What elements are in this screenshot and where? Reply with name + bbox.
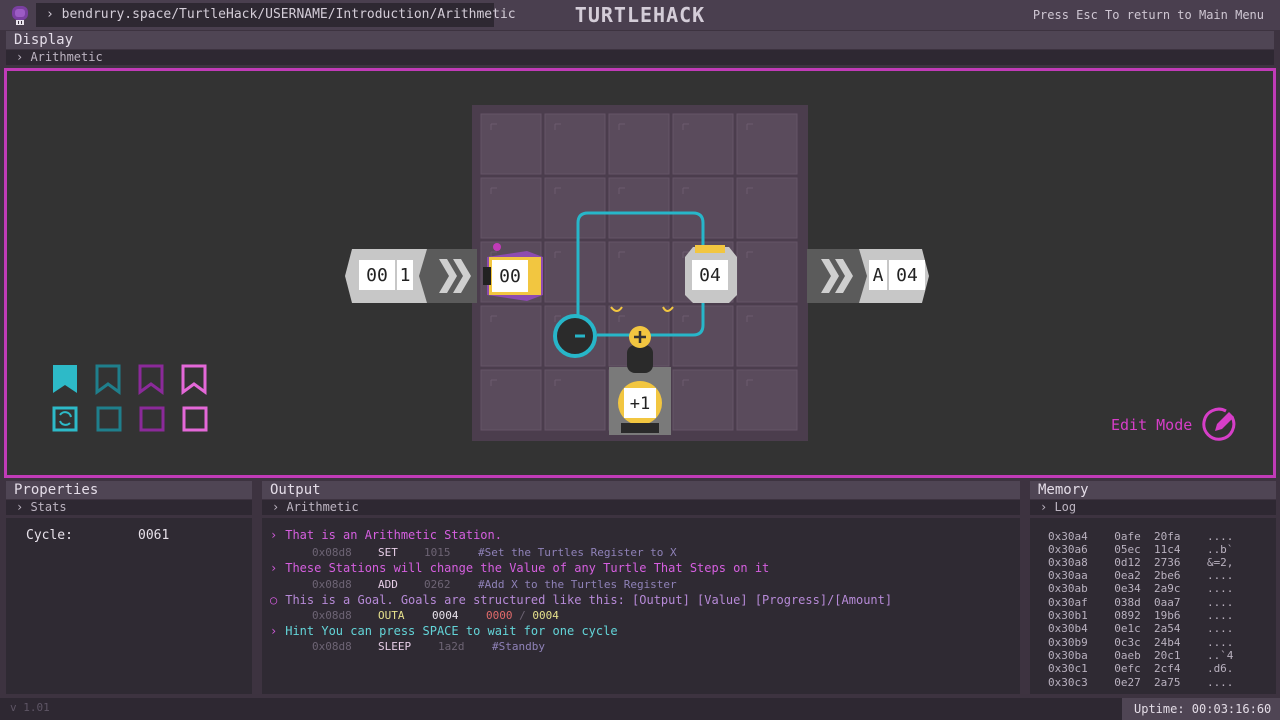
board-tile[interactable] xyxy=(544,369,606,431)
board-tile[interactable] xyxy=(480,113,542,175)
goal-value: 04 xyxy=(699,265,721,286)
board-tile[interactable] xyxy=(608,177,670,239)
board-tile[interactable] xyxy=(544,241,606,303)
board-tile[interactable] xyxy=(608,113,670,175)
top-bar: › bendrury.space/TurtleHack/USERNAME/Int… xyxy=(0,0,1280,30)
board-tile[interactable] xyxy=(736,177,798,239)
memory-panel-subtitle: › Log xyxy=(1030,500,1276,515)
output-message: › Hint You can press SPACE to wait for on… xyxy=(270,624,618,638)
app-title: TURTLEHACK xyxy=(574,3,706,27)
memory-row: 0x30a4 0afe 20fa .... xyxy=(1048,530,1234,543)
properties-panel-subtitle: › Stats xyxy=(6,500,252,515)
output-panel-subtitle: › Arithmetic xyxy=(262,500,1020,515)
board-tile[interactable] xyxy=(544,177,606,239)
output-station[interactable]: A 04 xyxy=(807,249,929,303)
output-instruction: 0x08d8 SET 1015 #Set the Turtles Register t… xyxy=(312,546,677,559)
output-station-label: A xyxy=(873,265,884,286)
memory-panel-title: Memory xyxy=(1030,481,1276,499)
turtle-marker-icon xyxy=(493,243,501,251)
board-tile[interactable] xyxy=(480,369,542,431)
board-tile[interactable] xyxy=(736,241,798,303)
pencil-icon[interactable] xyxy=(1202,407,1238,443)
memory-row: 0x30a6 05ec 11c4 ..b` xyxy=(1048,543,1234,556)
board-tile[interactable] xyxy=(480,305,542,367)
bookmark-legend[interactable] xyxy=(51,363,221,433)
display-panel-title: Display xyxy=(6,31,1274,49)
board-tile[interactable] xyxy=(736,113,798,175)
memory-row: 0x30c3 0e27 2a75 .... xyxy=(1048,676,1234,689)
memory-row: 0x30a8 0d12 2736 &=2, xyxy=(1048,556,1234,569)
output-instruction: 0x08d8 OUTA 0004 0000 / 0004 xyxy=(312,609,559,622)
output-instruction: 0x08d8 SLEEP 1a2d #Standby xyxy=(312,640,545,653)
display-panel-subtitle: › Arithmetic xyxy=(6,50,1274,65)
memory-row: 0x30aa 0ea2 2be6 .... xyxy=(1048,569,1234,582)
memory-row: 0x30b1 0892 19b6 .... xyxy=(1048,609,1234,622)
properties-panel xyxy=(6,518,252,694)
board-tile[interactable] xyxy=(672,113,734,175)
goal-station[interactable]: 04 xyxy=(685,245,737,303)
bookmark-darkteal-icon[interactable] xyxy=(95,364,121,395)
board-tile[interactable] xyxy=(736,305,798,367)
memory-row: 0x30ba 0aeb 20c1 ..`4 xyxy=(1048,649,1234,662)
cycle-label: Cycle: xyxy=(26,528,73,543)
board-tile[interactable] xyxy=(480,177,542,239)
square-purple-icon[interactable] xyxy=(139,406,165,432)
edit-mode-toggle[interactable]: Edit Mode xyxy=(1111,407,1238,443)
board-tile[interactable] xyxy=(672,369,734,431)
uptime-label: Uptime: 00:03:16:60 xyxy=(1122,698,1280,720)
memory-row: 0x30b9 0c3c 24b4 .... xyxy=(1048,636,1234,649)
properties-panel-title: Properties xyxy=(6,481,252,499)
output-message: ○ This is a Goal. Goals are structured li… xyxy=(270,593,893,607)
output-station-value: 04 xyxy=(896,265,918,286)
input-station-count: 1 xyxy=(400,265,411,286)
memory-row: 0x30ab 0e34 2a9c .... xyxy=(1048,582,1234,595)
bookmark-purple-icon[interactable] xyxy=(138,364,164,395)
input-station[interactable]: 00 1 xyxy=(345,249,477,303)
memory-row: 0x30c1 0efc 2cf4 .d6. xyxy=(1048,662,1234,675)
esc-hint: Press Esc To return to Main Menu xyxy=(1032,8,1264,22)
board-tile[interactable] xyxy=(608,241,670,303)
memory-row: 0x30b4 0e1c 2a54 .... xyxy=(1048,622,1234,635)
status-bar: v 1.01 Uptime: 00:03:16:60 xyxy=(0,698,1280,720)
output-instruction: 0x08d8 ADD 0262 #Add X to the Turtles Regis… xyxy=(312,578,677,591)
edit-mode-label: Edit Mode xyxy=(1111,416,1193,434)
input-station-value: 00 xyxy=(366,265,388,286)
memory-row: 0x30af 038d 0aa7 .... xyxy=(1048,596,1234,609)
bookmark-teal-filled-icon[interactable] xyxy=(53,365,77,393)
turtle-register: 00 xyxy=(499,266,521,287)
version-label: v 1.01 xyxy=(10,701,50,714)
output-message: › That is an Arithmetic Station. xyxy=(270,528,502,542)
square-pink-icon[interactable] xyxy=(182,406,208,432)
cycle-value: 0061 xyxy=(138,528,170,543)
output-message: › These Stations will change the Value of… xyxy=(270,561,770,575)
square-darkteal-icon[interactable] xyxy=(96,406,122,432)
output-panel-title: Output xyxy=(262,481,1020,499)
turtle-logo-icon xyxy=(12,6,28,25)
board-tile[interactable] xyxy=(736,369,798,431)
game-display[interactable]: 00 1 00 04 A 04 +1 Edit Mode xyxy=(4,68,1276,478)
add-station-label: +1 xyxy=(630,394,650,414)
bookmark-pink-icon[interactable] xyxy=(181,364,207,395)
board-tile[interactable] xyxy=(544,113,606,175)
breadcrumb-path[interactable]: › bendrury.space/TurtleHack/USERNAME/Int… xyxy=(36,3,516,27)
